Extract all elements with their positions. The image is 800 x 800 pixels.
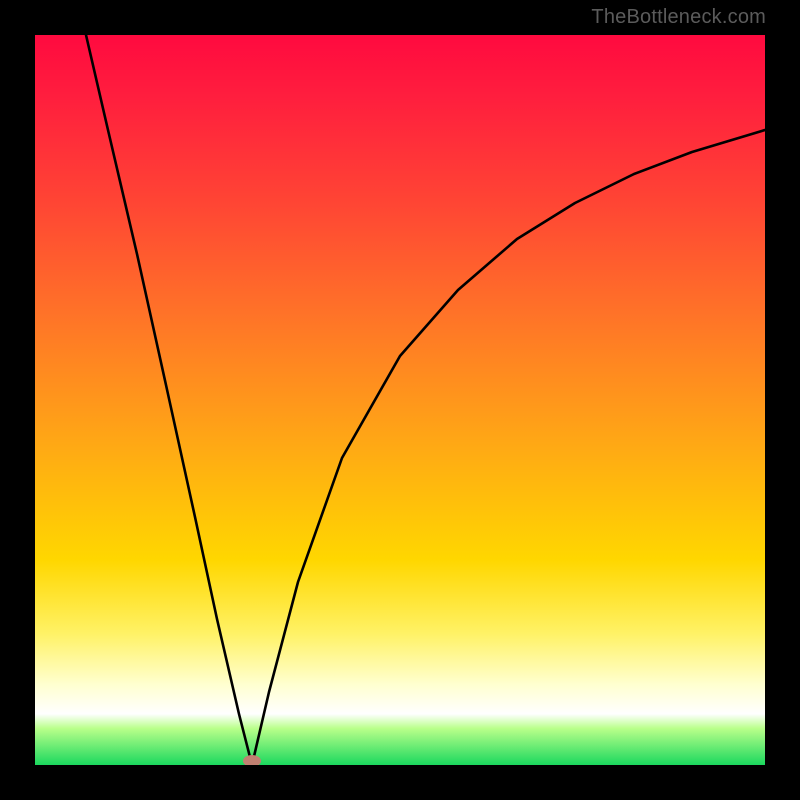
curve-layer: [35, 35, 765, 765]
plot-area: [35, 35, 765, 765]
watermark-text: TheBottleneck.com: [591, 6, 766, 29]
chart-frame: TheBottleneck.com: [0, 0, 800, 800]
minimum-marker: [243, 755, 261, 765]
bottleneck-curve: [86, 35, 765, 765]
